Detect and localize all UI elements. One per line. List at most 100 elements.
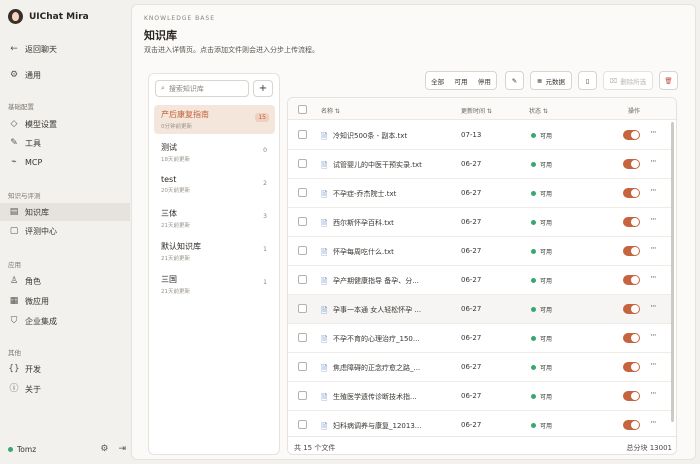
header-status[interactable]: 状态 ⇅ xyxy=(529,106,548,115)
table-row[interactable]: 🗎 孕产期健康指导 备孕、分... 06-27 可用 ··· xyxy=(288,266,672,295)
about-label: 关于 xyxy=(25,384,41,394)
file-name[interactable]: 孕事一本通 女人轻松怀孕 ... xyxy=(333,305,421,315)
enable-toggle[interactable] xyxy=(623,130,640,140)
row-checkbox[interactable] xyxy=(298,130,307,139)
edit-button[interactable]: ✎ xyxy=(505,71,524,90)
table-row[interactable]: 🗎 焦虑障碍的正念疗愈之路_... 06-27 可用 ··· xyxy=(288,353,672,382)
row-checkbox[interactable] xyxy=(298,159,307,168)
delete-kb-button[interactable]: 🗑 xyxy=(659,71,678,90)
enable-toggle[interactable] xyxy=(623,159,640,169)
row-checkbox[interactable] xyxy=(298,391,307,400)
more-icon[interactable]: ··· xyxy=(650,418,657,428)
kb-list-item[interactable]: 测试 18天前更新 0 xyxy=(154,138,275,167)
file-name[interactable]: 孕产期健康指导 备孕、分... xyxy=(333,276,419,286)
file-name[interactable]: 冷知识500条 - 副本.txt xyxy=(333,131,407,141)
file-name[interactable]: 西尔斯怀孕百科.txt xyxy=(333,218,394,228)
file-name[interactable]: 焦虑障碍的正念疗愈之路_... xyxy=(333,363,420,373)
enable-toggle[interactable] xyxy=(623,333,640,343)
header-name[interactable]: 名称 ⇅ xyxy=(321,106,340,115)
enable-toggle[interactable] xyxy=(623,362,640,372)
file-name[interactable]: 不孕症-乔杰院士.txt xyxy=(333,189,396,199)
sidebar-item-enterprise[interactable]: ⛉ 企业集成 xyxy=(0,312,130,330)
more-icon[interactable]: ··· xyxy=(650,244,657,254)
enable-toggle[interactable] xyxy=(623,391,640,401)
row-checkbox[interactable] xyxy=(298,333,307,342)
metadata-button[interactable]: ≣ 元数据 xyxy=(530,71,572,90)
table-row[interactable]: 🗎 怀孕每周吃什么.txt 06-27 可用 ··· xyxy=(288,237,672,266)
row-checkbox[interactable] xyxy=(298,362,307,371)
table-row[interactable]: 🗎 生殖医学遗传诊断技术指... 06-27 可用 ··· xyxy=(288,382,672,411)
file-name[interactable]: 试管婴儿的中医干预实录.txt xyxy=(333,160,422,170)
logout-icon[interactable]: ⇥ xyxy=(118,444,126,454)
wrench-icon: ✎ xyxy=(10,137,18,148)
status-label: 可用 xyxy=(540,278,553,285)
sidebar-item-role[interactable]: ♙ 角色 xyxy=(0,272,130,290)
table-row[interactable]: 🗎 试管婴儿的中医干预实录.txt 06-27 可用 ··· xyxy=(288,150,672,179)
file-name[interactable]: 生殖医学遗传诊断技术指... xyxy=(333,392,417,402)
kb-updated: 21天前更新 xyxy=(161,223,190,229)
more-icon[interactable]: ··· xyxy=(650,186,657,196)
table-row[interactable]: 🗎 西尔斯怀孕百科.txt 06-27 可用 ··· xyxy=(288,208,672,237)
sidebar-item-general[interactable]: ⚙ 通用 xyxy=(0,66,130,84)
more-icon[interactable]: ··· xyxy=(650,215,657,225)
sidebar-item-about[interactable]: ⓘ 关于 xyxy=(0,380,130,398)
enable-toggle[interactable] xyxy=(623,304,640,314)
add-kb-button[interactable]: + xyxy=(253,80,273,97)
table-scrollbar[interactable] xyxy=(671,122,674,422)
enable-toggle[interactable] xyxy=(623,420,640,430)
footer-chunks: 总分块 13001 xyxy=(626,444,673,452)
back-to-chat-link[interactable]: ← 返回聊天 xyxy=(0,40,130,58)
table-row[interactable]: 🗎 冷知识500条 - 副本.txt 07-13 可用 ··· xyxy=(288,121,672,150)
kb-list-item[interactable]: 三国 21天前更新 1 xyxy=(154,270,275,299)
kb-list-item[interactable]: 默认知识库 21天前更新 1 xyxy=(154,237,275,266)
sidebar-item-dev[interactable]: {} 开发 xyxy=(0,360,130,378)
row-checkbox[interactable] xyxy=(298,188,307,197)
filter-enabled[interactable]: 可用 xyxy=(454,76,467,86)
sidebar-item-mini-app[interactable]: ▦ 微应用 xyxy=(0,292,130,310)
kb-list-item[interactable]: 三体 21天前更新 3 xyxy=(154,204,275,233)
status-dot xyxy=(531,249,536,254)
row-checkbox[interactable] xyxy=(298,246,307,255)
file-name[interactable]: 怀孕每周吃什么.txt xyxy=(333,247,394,257)
delete-selected-button[interactable]: ⌧ 删除所选 xyxy=(603,71,653,90)
filter-disabled[interactable]: 停用 xyxy=(478,76,491,86)
sidebar-item-tools[interactable]: ✎ 工具 xyxy=(0,134,130,152)
filter-all[interactable]: 全部 xyxy=(431,76,444,86)
row-checkbox[interactable] xyxy=(298,275,307,284)
sidebar-item-eval[interactable]: ▢ 评测中心 xyxy=(0,222,130,240)
more-icon[interactable]: ··· xyxy=(650,273,657,283)
more-icon[interactable]: ··· xyxy=(650,128,657,138)
file-name[interactable]: 不孕不育的心理治疗_150... xyxy=(333,334,420,344)
enable-toggle[interactable] xyxy=(623,217,640,227)
sidebar-item-model[interactable]: ◇ 模型设置 xyxy=(0,115,130,133)
header-updated[interactable]: 更新时间 ⇅ xyxy=(461,106,492,115)
sidebar-item-kb[interactable]: ▤ 知识库 xyxy=(0,203,130,221)
more-icon[interactable]: ··· xyxy=(650,302,657,312)
status-dot xyxy=(531,220,536,225)
user-name[interactable]: Tomz xyxy=(17,445,90,454)
more-icon[interactable]: ··· xyxy=(650,157,657,167)
page-description: 双击进入详情页。点击添加文件则会进入分步上传流程。 xyxy=(144,46,319,54)
kb-list-item[interactable]: test 20天前更新 2 xyxy=(154,171,275,200)
table-row[interactable]: 🗎 不孕不育的心理治疗_150... 06-27 可用 ··· xyxy=(288,324,672,353)
kb-search-input[interactable]: ⌕ 搜索知识库 xyxy=(155,80,249,97)
more-icon[interactable]: ··· xyxy=(650,331,657,341)
file-name[interactable]: 妇科病调养与康复_12013... xyxy=(333,421,421,431)
more-icon[interactable]: ··· xyxy=(650,389,657,399)
row-checkbox[interactable] xyxy=(298,304,307,313)
kb-label: 知识库 xyxy=(25,207,49,217)
add-file-button[interactable]: ▯ xyxy=(578,71,597,90)
row-checkbox[interactable] xyxy=(298,217,307,226)
more-icon[interactable]: ··· xyxy=(650,360,657,370)
table-row[interactable]: 🗎 不孕症-乔杰院士.txt 06-27 可用 ··· xyxy=(288,179,672,208)
select-all-checkbox[interactable] xyxy=(298,105,307,114)
enable-toggle[interactable] xyxy=(623,275,640,285)
sidebar-item-mcp[interactable]: ⌁ MCP xyxy=(0,153,130,171)
settings-gear-icon[interactable]: ⚙ xyxy=(100,444,108,454)
table-row[interactable]: 🗎 孕事一本通 女人轻松怀孕 ... 06-27 可用 ··· xyxy=(288,295,672,324)
file-status: 可用 xyxy=(531,363,552,372)
enable-toggle[interactable] xyxy=(623,188,640,198)
enable-toggle[interactable] xyxy=(623,246,640,256)
row-checkbox[interactable] xyxy=(298,420,307,429)
kb-list-item[interactable]: 产后康复指南 0分钟前更新 15 xyxy=(154,105,275,134)
